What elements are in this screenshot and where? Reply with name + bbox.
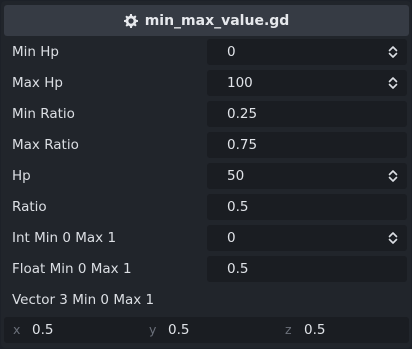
spinner-arrows-icon[interactable] [388, 169, 398, 183]
property-label: Ratio [12, 199, 47, 215]
min-ratio-field[interactable]: 0.25 [207, 101, 407, 127]
property-label: Int Min 0 Max 1 [12, 230, 117, 246]
property-row-ratio: Ratio 0.5 [1, 194, 411, 220]
property-row-float-min-max: Float Min 0 Max 1 0.5 [1, 256, 411, 282]
float-min-max-field[interactable]: 0.5 [207, 256, 407, 282]
z-axis-label: z [285, 322, 292, 337]
property-row-vector3: Vector 3 Min 0 Max 1 [1, 287, 411, 313]
spinner-arrows-icon[interactable] [388, 45, 398, 59]
field-value: 0 [227, 230, 236, 246]
y-axis-label: y [149, 322, 157, 337]
field-value: 0 [227, 44, 236, 60]
property-row-min-hp: Min Hp 0 [1, 39, 411, 65]
x-value-field[interactable]: 0.5 [32, 317, 53, 343]
spinner-arrows-icon[interactable] [388, 76, 398, 90]
property-row-hp: Hp 50 [1, 163, 411, 189]
min-hp-spinbox[interactable]: 0 [207, 39, 407, 65]
x-axis-label: x [13, 322, 21, 337]
property-label: Min Ratio [12, 106, 75, 122]
property-label: Vector 3 Min 0 Max 1 [12, 292, 155, 308]
property-row-max-hp: Max Hp 100 [1, 70, 411, 96]
property-label: Min Hp [12, 44, 59, 60]
y-value-field[interactable]: 0.5 [168, 317, 189, 343]
property-label: Max Ratio [12, 137, 79, 153]
script-header[interactable]: min_max_value.gd [4, 5, 409, 36]
property-label: Hp [12, 168, 31, 184]
field-value: 0.5 [227, 199, 249, 215]
property-row-int-min-max: Int Min 0 Max 1 0 [1, 225, 411, 251]
field-value: 0.25 [227, 106, 258, 122]
field-value: 100 [227, 75, 253, 91]
property-row-min-ratio: Min Ratio 0.25 [1, 101, 411, 127]
max-hp-spinbox[interactable]: 100 [207, 70, 407, 96]
property-row-max-ratio: Max Ratio 0.75 [1, 132, 411, 158]
property-label: Max Hp [12, 75, 63, 91]
hp-spinbox[interactable]: 50 [207, 163, 407, 189]
vector3-editor: x 0.5 y 0.5 z 0.5 [4, 317, 409, 343]
spinner-arrows-icon[interactable] [388, 231, 398, 245]
field-value: 50 [227, 168, 245, 184]
ratio-field[interactable]: 0.5 [207, 194, 407, 220]
script-title: min_max_value.gd [144, 12, 290, 29]
int-min-max-spinbox[interactable]: 0 [207, 225, 407, 251]
z-value-field[interactable]: 0.5 [304, 317, 325, 343]
max-ratio-field[interactable]: 0.75 [207, 132, 407, 158]
inspector-panel: min_max_value.gd Min Hp 0 Max Hp 100 Min… [1, 1, 411, 348]
field-value: 0.75 [227, 137, 258, 153]
gear-icon [123, 13, 138, 28]
field-value: 0.5 [227, 261, 249, 277]
property-label: Float Min 0 Max 1 [12, 261, 132, 277]
